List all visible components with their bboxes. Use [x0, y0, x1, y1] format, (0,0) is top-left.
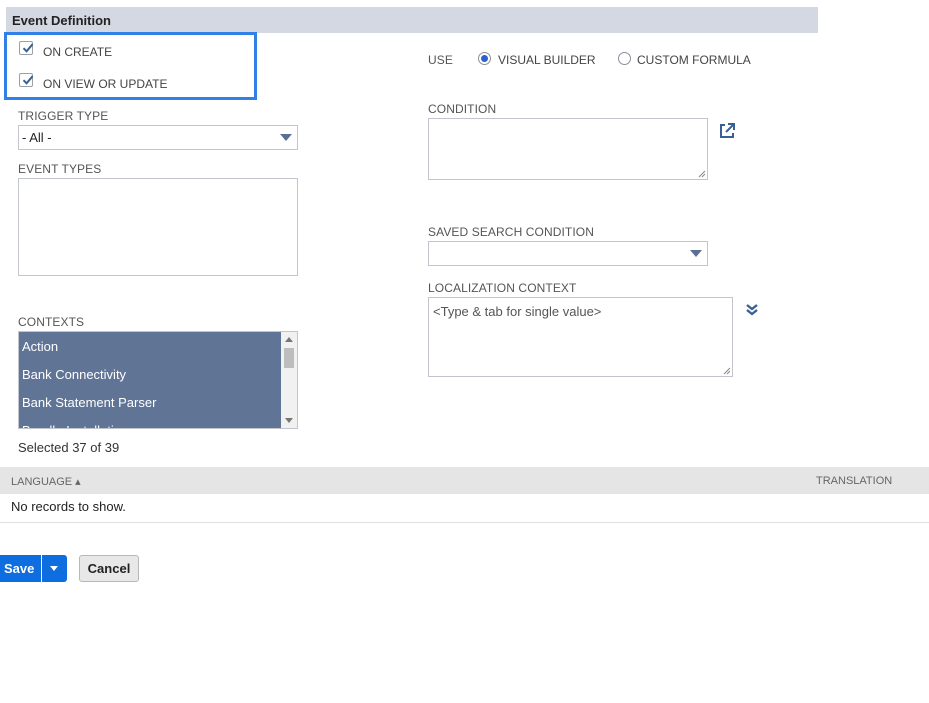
- caret-down-icon: [50, 566, 58, 571]
- checkmark-icon: [22, 75, 34, 85]
- caret-down-icon: [690, 250, 702, 257]
- custom-formula-label: CUSTOM FORMULA: [637, 53, 751, 67]
- visual-builder-radio[interactable]: [478, 52, 491, 65]
- trigger-type-value: - All -: [22, 130, 52, 145]
- scroll-thumb[interactable]: [284, 348, 294, 368]
- on-create-label: ON CREATE: [43, 45, 113, 59]
- section-header: Event Definition: [6, 7, 818, 33]
- contexts-item[interactable]: Bundle Installation: [19, 416, 281, 428]
- saved-search-condition-label: SAVED SEARCH CONDITION: [428, 225, 594, 239]
- save-button[interactable]: Save: [0, 555, 41, 582]
- resize-grip-icon[interactable]: [698, 170, 706, 178]
- contexts-scrollbar[interactable]: [281, 332, 297, 428]
- empty-table-message: No records to show.: [11, 499, 126, 514]
- contexts-selected-count: Selected 37 of 39: [18, 440, 120, 455]
- table-divider: [0, 522, 929, 523]
- contexts-item[interactable]: Bank Statement Parser: [19, 388, 281, 416]
- checkmark-icon: [22, 43, 34, 53]
- localization-context-field[interactable]: <Type & tab for single value>: [428, 297, 733, 377]
- event-types-listbox[interactable]: [18, 178, 298, 276]
- custom-formula-radio[interactable]: [618, 52, 631, 65]
- external-link-icon[interactable]: [718, 122, 736, 140]
- double-chevron-down-icon[interactable]: [745, 303, 759, 317]
- caret-down-icon: [280, 134, 292, 141]
- contexts-item[interactable]: Bank Connectivity: [19, 360, 281, 388]
- visual-builder-label: VISUAL BUILDER: [498, 53, 596, 67]
- contexts-listbox[interactable]: Action Bank Connectivity Bank Statement …: [18, 331, 298, 429]
- column-header-language[interactable]: LANGUAGE ▴: [11, 475, 81, 488]
- on-view-or-update-checkbox[interactable]: [19, 73, 34, 87]
- save-options-dropdown-button[interactable]: [42, 555, 67, 582]
- localization-context-placeholder: <Type & tab for single value>: [433, 304, 602, 319]
- contexts-label: CONTEXTS: [18, 315, 85, 329]
- scroll-down-arrow-icon[interactable]: [285, 418, 293, 423]
- section-title: Event Definition: [12, 13, 111, 28]
- translation-table-header: LANGUAGE ▴ TRANSLATION: [0, 467, 929, 494]
- event-types-label: EVENT TYPES: [18, 162, 102, 176]
- cancel-button-label: Cancel: [87, 561, 131, 576]
- trigger-type-label: TRIGGER TYPE: [18, 109, 109, 123]
- condition-textarea[interactable]: [428, 118, 708, 180]
- save-button-label: Save: [4, 561, 35, 576]
- scroll-up-arrow-icon[interactable]: [285, 337, 293, 342]
- resize-grip-icon[interactable]: [723, 367, 731, 375]
- on-view-or-update-label: ON VIEW OR UPDATE: [43, 77, 168, 91]
- cancel-button[interactable]: Cancel: [79, 555, 139, 582]
- condition-label: CONDITION: [428, 102, 497, 116]
- saved-search-condition-select[interactable]: [428, 241, 708, 266]
- trigger-type-select[interactable]: - All -: [18, 125, 298, 150]
- contexts-item[interactable]: Action: [19, 332, 281, 360]
- use-label: USE: [428, 53, 453, 67]
- localization-context-label: LOCALIZATION CONTEXT: [428, 281, 577, 295]
- on-create-checkbox[interactable]: [19, 41, 34, 55]
- column-header-translation[interactable]: TRANSLATION: [816, 475, 892, 487]
